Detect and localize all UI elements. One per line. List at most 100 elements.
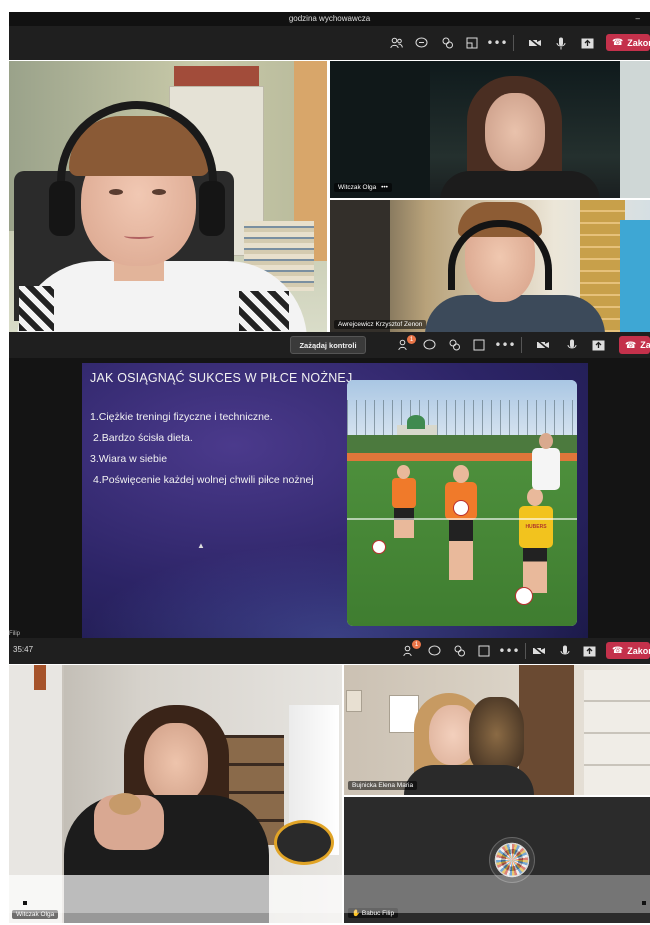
window-title: godzina wychowawcza bbox=[288, 14, 371, 23]
shirt-pattern bbox=[19, 286, 54, 331]
hamster bbox=[109, 793, 141, 815]
player-orange-1-legs bbox=[394, 508, 414, 538]
mouse-cursor: ▲ bbox=[197, 541, 205, 550]
ball-3 bbox=[515, 587, 533, 605]
video-tile-witczak-top[interactable]: Witczak Olga ••• bbox=[330, 61, 650, 198]
girl-face bbox=[485, 93, 545, 171]
mouth bbox=[124, 233, 154, 239]
request-control-button[interactable]: Zażądaj kontroli bbox=[290, 336, 366, 354]
chat-icon[interactable] bbox=[413, 35, 429, 51]
player-yellow-legs bbox=[523, 548, 547, 593]
meeting-toolbar-bottom: 35:47 1 ••• ☎ Zakończ bbox=[9, 638, 650, 664]
people-icon[interactable] bbox=[388, 35, 404, 51]
toolbar-divider bbox=[513, 35, 514, 51]
boy2-body bbox=[425, 295, 605, 332]
girl3-body bbox=[404, 765, 534, 795]
girl2-face bbox=[144, 723, 208, 803]
video-tile-awrejcewicz[interactable]: Awrejcewicz Krzysztof Zenon bbox=[330, 200, 650, 332]
rooms-icon[interactable] bbox=[471, 337, 487, 353]
avatar-dots bbox=[496, 844, 528, 876]
corner-marker-right bbox=[642, 901, 646, 905]
slide-bullet-list: 1.Ciężkie treningi fizyczne i techniczne… bbox=[90, 407, 314, 491]
share-icon[interactable] bbox=[590, 337, 606, 353]
headphone-left bbox=[49, 181, 75, 236]
player-orange-2-legs bbox=[449, 520, 473, 580]
chat-icon[interactable] bbox=[426, 643, 442, 659]
slide-photo-football: HUBERS bbox=[347, 380, 577, 626]
hangup-icon: ☎ bbox=[612, 645, 624, 655]
request-control-label: Zażądaj kontroli bbox=[299, 340, 357, 350]
camera-off-icon[interactable] bbox=[535, 337, 551, 353]
shelf bbox=[174, 66, 259, 86]
reactions-icon[interactable] bbox=[446, 337, 462, 353]
end-call-label: Zakończ bbox=[627, 37, 650, 48]
participants-badge: 1 bbox=[407, 335, 416, 344]
participants-badge: 1 bbox=[412, 640, 421, 649]
mic-icon[interactable] bbox=[553, 35, 569, 51]
shared-screen-area: JAK OSIĄGNĄĆ SUKCES W PIŁCE NOŻNEJ 1.Cię… bbox=[9, 358, 650, 641]
coach bbox=[532, 448, 560, 490]
participant-name: Witczak Olga bbox=[338, 184, 377, 191]
more-icon[interactable]: ••• bbox=[498, 643, 519, 659]
mic-icon[interactable] bbox=[557, 643, 573, 659]
minimize-icon[interactable]: – bbox=[636, 14, 640, 23]
share-icon[interactable] bbox=[579, 35, 595, 51]
photo-dome bbox=[407, 415, 425, 429]
video-tile-bujnicka[interactable]: Bujnicka Elena Maria bbox=[344, 665, 650, 795]
reactions-icon[interactable] bbox=[451, 643, 467, 659]
meeting-toolbar-top: ••• ☎ Zakończ bbox=[9, 26, 650, 60]
share-icon[interactable] bbox=[581, 643, 597, 659]
participant-name: Bujnicka Elena Maria bbox=[352, 782, 414, 789]
more-options-icon[interactable]: ••• bbox=[381, 184, 388, 191]
girl-body bbox=[440, 171, 600, 198]
headphone-right bbox=[199, 181, 225, 236]
presenter-label: Filip bbox=[9, 631, 21, 637]
shirt-pattern-right bbox=[239, 291, 289, 331]
toolbar-divider bbox=[521, 337, 522, 353]
player-yellow-head bbox=[527, 488, 543, 506]
end-call-button[interactable]: ☎ Zakończ bbox=[606, 34, 650, 51]
participant-name-tag: Awrejcewicz Krzysztof Zenon bbox=[334, 320, 427, 329]
slide-bullet-4: 4.Poświęcenie każdej wolnej chwili piłce… bbox=[93, 474, 314, 486]
coach-head bbox=[539, 433, 553, 449]
end-call-button[interactable]: ☎ Zakończ bbox=[606, 642, 650, 659]
slide-title: JAK OSIĄGNĄĆ SUKCES W PIŁCE NOŻNEJ bbox=[90, 371, 353, 385]
wall-picture bbox=[34, 665, 46, 690]
video-tile-main-boy[interactable] bbox=[9, 61, 327, 332]
window-light bbox=[620, 61, 650, 198]
jersey-text: HUBERS bbox=[525, 524, 547, 530]
player-orange-2-head bbox=[453, 465, 469, 483]
ball-2 bbox=[372, 540, 386, 554]
more-icon[interactable]: ••• bbox=[494, 337, 515, 353]
door-panel bbox=[330, 200, 390, 332]
hangup-icon: ☎ bbox=[612, 37, 624, 47]
rooms-icon[interactable] bbox=[464, 35, 480, 51]
presentation-slide: JAK OSIĄGNĄĆ SUKCES W PIŁCE NOŻNEJ 1.Cię… bbox=[82, 363, 588, 638]
dog bbox=[469, 697, 524, 772]
camera-off-icon[interactable] bbox=[527, 35, 543, 51]
participant-name: Awrejcewicz Krzysztof Zenon bbox=[338, 321, 423, 328]
participant-name-tag: Bujnicka Elena Maria bbox=[348, 781, 418, 790]
more-icon[interactable]: ••• bbox=[486, 35, 507, 51]
blue-chair bbox=[620, 220, 650, 332]
camera-off-icon[interactable] bbox=[531, 643, 547, 659]
title-bar: godzina wychowawcza – bbox=[9, 12, 650, 26]
rooms-icon[interactable] bbox=[476, 643, 492, 659]
end-call-button[interactable]: ☎ Zakończ bbox=[619, 336, 650, 354]
chat-icon[interactable] bbox=[421, 337, 437, 353]
toolbar-divider bbox=[525, 643, 526, 659]
reactions-icon[interactable] bbox=[439, 35, 455, 51]
call-timer: 35:47 bbox=[13, 645, 34, 654]
player-orange-1 bbox=[392, 478, 416, 508]
slide-bullet-2: 2.Bardzo ścisła dieta. bbox=[93, 432, 193, 444]
wall-shadow bbox=[330, 61, 430, 198]
participant-name-tag: Witczak Olga ••• bbox=[334, 183, 392, 192]
mic-icon[interactable] bbox=[564, 337, 580, 353]
pitch-line bbox=[347, 518, 577, 520]
hangup-icon: ☎ bbox=[625, 339, 637, 350]
yellow-chair bbox=[274, 820, 334, 865]
player-orange-1-head bbox=[397, 465, 410, 479]
bookshelf-right bbox=[584, 670, 650, 795]
eye-left bbox=[109, 189, 123, 195]
player-yellow: HUBERS bbox=[519, 506, 553, 548]
